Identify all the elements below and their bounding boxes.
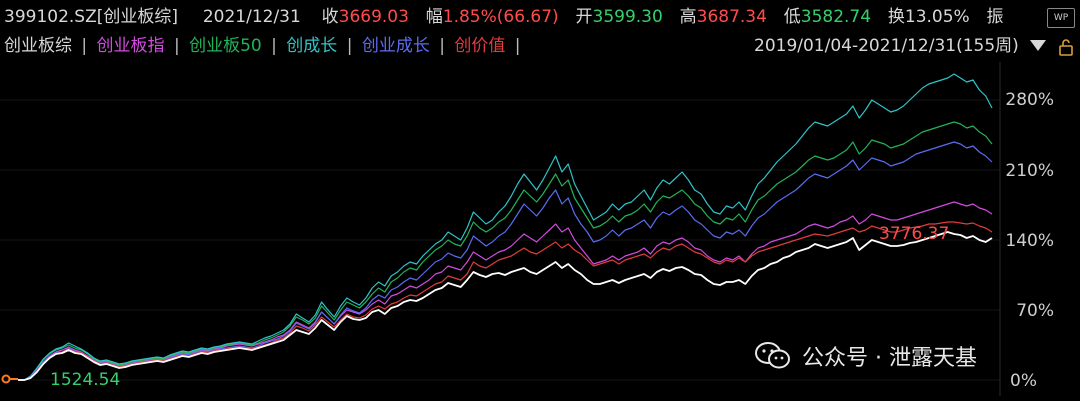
series-layer bbox=[18, 73, 993, 381]
watermark: 公众号 · 泄露天基 bbox=[754, 340, 977, 372]
wechat-icon bbox=[755, 342, 790, 369]
start-marker-icon bbox=[1, 374, 18, 384]
series-line-3 bbox=[18, 73, 993, 381]
watermark-text: 公众号 · 泄露天基 bbox=[802, 346, 977, 371]
y-tick-label: 280% bbox=[1005, 90, 1054, 110]
y-tick-label: 70% bbox=[1016, 301, 1054, 321]
y-tick-label: 210% bbox=[1005, 161, 1054, 181]
y-tick-label: 140% bbox=[1005, 231, 1054, 251]
base-value-label: 1524.54 bbox=[50, 370, 121, 390]
last-value-label: 3776.37 bbox=[879, 224, 950, 244]
y-tick-label: 0% bbox=[1010, 371, 1037, 391]
